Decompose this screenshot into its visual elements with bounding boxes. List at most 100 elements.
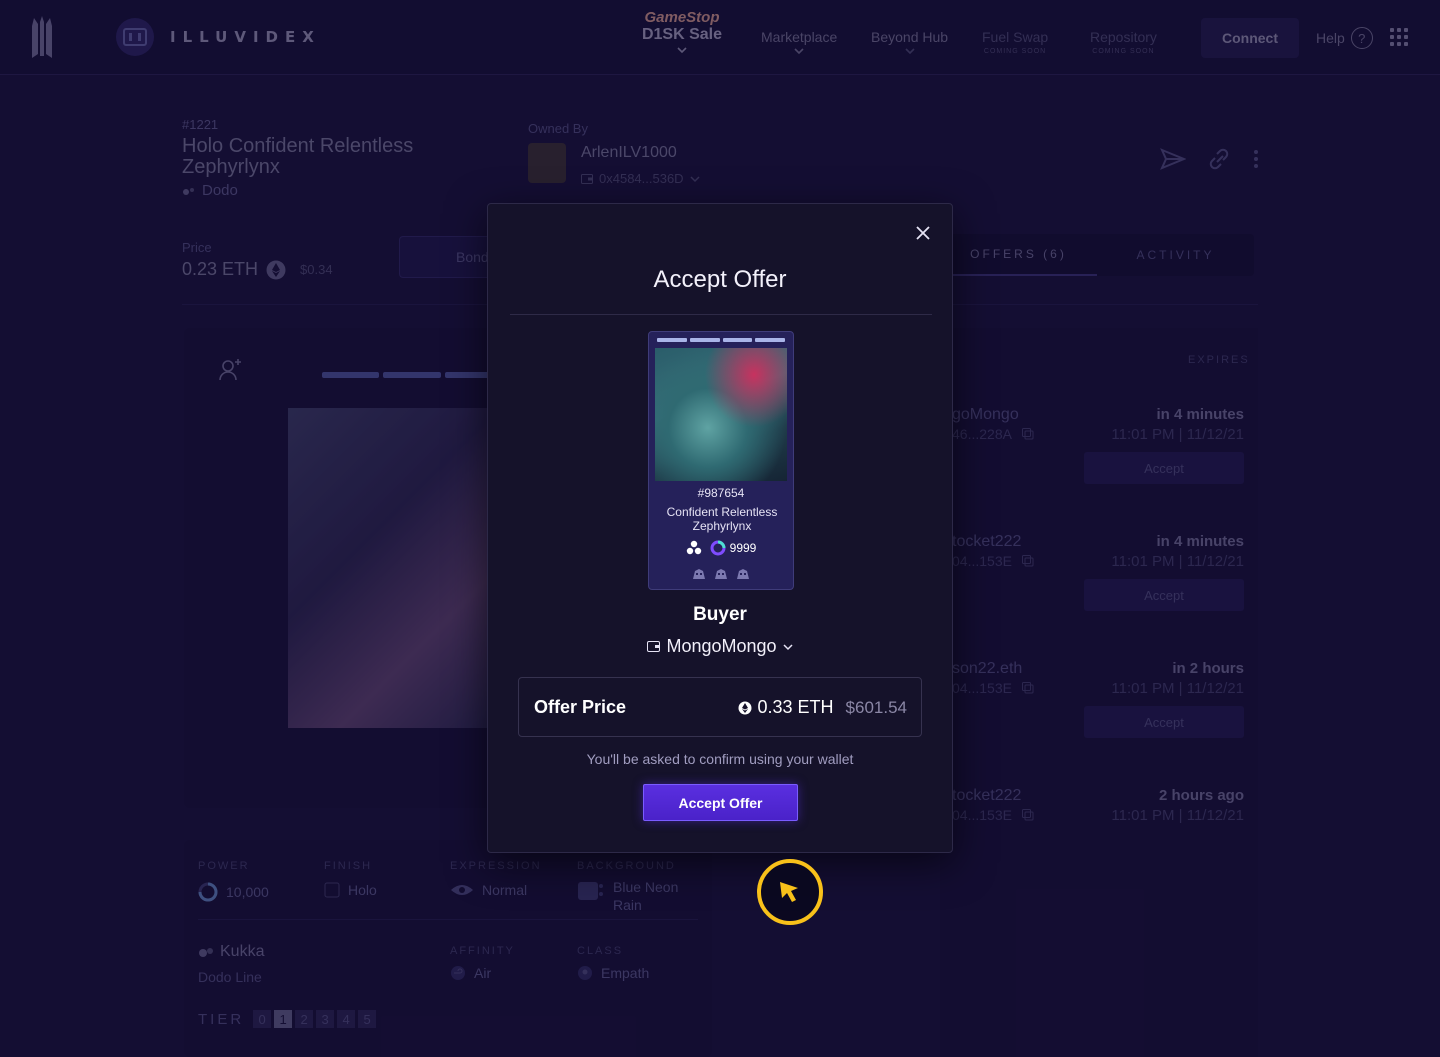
line-icon xyxy=(199,948,213,957)
tier-option[interactable]: 4 xyxy=(337,1010,356,1028)
price-usd: $0.34 xyxy=(300,262,333,277)
offer-address: 04...153E xyxy=(952,680,1034,696)
offer-date: 11:01 PM | 11/12/21 xyxy=(1111,680,1244,697)
send-icon[interactable] xyxy=(1160,147,1186,171)
attr-value: Blue Neon Rain xyxy=(613,879,679,913)
expires-header: EXPIRES xyxy=(1188,354,1250,366)
card-rarity-bar xyxy=(322,372,502,378)
trait-icon xyxy=(693,569,705,579)
wallet-icon xyxy=(647,641,661,652)
offer-usd: $601.54 xyxy=(845,697,907,717)
attr-label: EXPRESSION xyxy=(450,860,542,872)
tier-option[interactable]: 3 xyxy=(316,1010,335,1028)
tier-option[interactable]: 2 xyxy=(295,1010,314,1028)
nav-marketplace[interactable]: Marketplace xyxy=(761,29,837,55)
item-line[interactable]: Dodo xyxy=(182,182,238,199)
offer-address-text: 46...228A xyxy=(952,426,1012,442)
tab-activity[interactable]: ACTIVITY xyxy=(1097,234,1254,276)
nft-artwork xyxy=(655,348,787,481)
buyer-name: MongoMongo xyxy=(666,636,777,656)
attr-finish: FINISH Holo xyxy=(324,860,377,898)
apps-grid-icon[interactable] xyxy=(1390,28,1408,46)
coming-soon-label: COMING SOON xyxy=(983,48,1047,55)
attr-affinity: AFFINITY Air xyxy=(450,945,515,981)
nav-beyond-hub[interactable]: Beyond Hub xyxy=(871,29,948,55)
nft-id: #987654 xyxy=(697,486,745,500)
accept-offer-button[interactable]: Accept Offer xyxy=(643,784,798,821)
line-info: Kukka Dodo Line xyxy=(198,943,264,985)
buyer-selector[interactable]: MongoMongo xyxy=(488,636,952,657)
price-label: Price xyxy=(182,240,212,255)
trait-icon xyxy=(737,569,749,579)
nav-label: Marketplace xyxy=(761,29,838,45)
offer-buyer[interactable]: son22.eth xyxy=(952,660,1022,678)
owned-by-label: Owned By xyxy=(528,121,588,136)
nav-fuel-swap[interactable]: Fuel Swap COMING SOON xyxy=(982,29,1048,55)
tier-label: TIER xyxy=(198,1010,245,1028)
item-actions xyxy=(1160,147,1260,171)
finish-icon xyxy=(324,882,340,898)
tier-option-selected[interactable]: 1 xyxy=(274,1010,293,1028)
link-icon[interactable] xyxy=(1206,147,1232,171)
eth-icon xyxy=(738,701,751,714)
accept-offer-button[interactable]: Accept xyxy=(1084,579,1244,611)
offer-address: 46...228A xyxy=(952,426,1034,442)
offer-address: 04...153E xyxy=(952,553,1034,569)
attr-label: FINISH xyxy=(324,860,373,872)
nft-artwork[interactable] xyxy=(288,408,498,728)
copy-icon[interactable] xyxy=(1021,428,1034,440)
copy-icon[interactable] xyxy=(1021,809,1034,821)
power-value: 9999 xyxy=(729,541,757,555)
nav-repository[interactable]: Repository COMING SOON xyxy=(1090,29,1157,55)
offer-date: 11:01 PM | 11/12/21 xyxy=(1111,807,1244,824)
bond-button[interactable]: Bond xyxy=(399,236,499,278)
owner-name[interactable]: ArlenILV1000 xyxy=(581,144,677,162)
attr-value: 10,000 xyxy=(226,884,269,900)
nav-label: Repository xyxy=(1090,29,1157,45)
tier-option[interactable]: 5 xyxy=(358,1010,377,1028)
offer-buyer[interactable]: tocket222 xyxy=(952,787,1021,805)
help-label: Help xyxy=(1316,30,1345,46)
owner-avatar[interactable] xyxy=(528,143,566,183)
card-rarity-bar xyxy=(657,338,785,342)
offer-buyer[interactable]: goMongo xyxy=(952,406,1019,424)
tab-offers[interactable]: OFFERS (6) xyxy=(940,234,1097,276)
brand-name[interactable]: ILLUVIDEX xyxy=(170,28,321,46)
follow-user-icon[interactable] xyxy=(218,356,244,382)
accept-offer-button[interactable]: Accept xyxy=(1084,706,1244,738)
offer-address-text: 04...153E xyxy=(952,680,1012,696)
power-ring-icon xyxy=(198,882,218,902)
copy-icon[interactable] xyxy=(1021,682,1034,694)
help-link[interactable]: Help ? xyxy=(1316,27,1373,49)
offer-address-text: 04...153E xyxy=(952,807,1012,823)
trait-icon xyxy=(715,569,727,579)
nft-trait-icons xyxy=(649,567,793,581)
divider xyxy=(198,919,698,920)
tier-selector: TIER 0 1 2 3 4 5 xyxy=(198,1010,377,1028)
nft-stats: 9999 xyxy=(649,540,793,556)
price-eth: 0.23 ETH xyxy=(182,259,259,279)
wallet-confirm-note: You'll be asked to confirm using your wa… xyxy=(586,751,854,767)
accept-offer-button[interactable]: Accept xyxy=(1084,452,1244,484)
tier-option[interactable]: 0 xyxy=(253,1010,272,1028)
attr-value: Holo xyxy=(348,882,377,898)
divider xyxy=(510,314,932,315)
background-icon xyxy=(578,882,603,900)
offer-buyer[interactable]: tocket222 xyxy=(952,533,1021,551)
connect-wallet-button[interactable]: Connect xyxy=(1201,18,1299,58)
offer-expires: in 4 minutes xyxy=(1156,533,1244,550)
offer-price-box: Offer Price 0.33 ETH $601.54 xyxy=(518,677,922,737)
owner-address[interactable]: 0x4584...536D xyxy=(581,171,700,186)
illuvium-mark-icon[interactable] xyxy=(28,14,56,60)
eth-icon xyxy=(266,260,286,279)
gamestop-sale-menu[interactable]: GameStop D1SK Sale xyxy=(632,10,732,55)
chevron-down-icon xyxy=(677,47,687,54)
close-icon[interactable] xyxy=(914,224,932,242)
owner-address-text: 0x4584...536D xyxy=(599,171,684,186)
copy-icon[interactable] xyxy=(1021,555,1034,567)
offer-address: 04...153E xyxy=(952,807,1034,823)
illuvidex-logo-icon[interactable] xyxy=(114,17,156,57)
more-options-icon[interactable] xyxy=(1252,147,1260,171)
line-cluster-icon xyxy=(686,540,701,555)
cursor-arrow-icon xyxy=(780,882,798,902)
